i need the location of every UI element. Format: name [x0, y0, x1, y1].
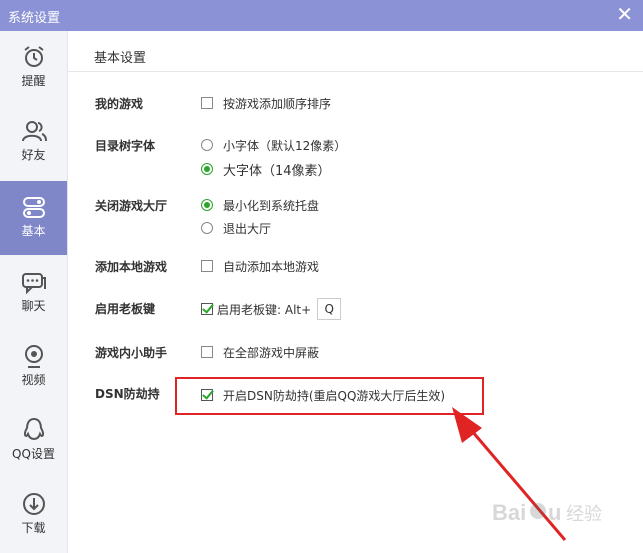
- checkbox-box: [201, 346, 213, 358]
- tree-font-label: 目录树字体: [95, 139, 156, 153]
- sidebar-item-friends[interactable]: 好友: [0, 105, 67, 179]
- checkbox-label: 自动添加本地游戏: [223, 259, 320, 274]
- small-font-radio[interactable]: 小字体（默认12像素）: [201, 136, 346, 154]
- friends-icon: [21, 121, 47, 142]
- sidebar-item-qq-settings[interactable]: QQ设置: [0, 404, 67, 478]
- radio-label: 最小化到系统托盘: [223, 198, 320, 213]
- section-title: 基本设置: [94, 51, 147, 66]
- title-bar: 系统设置 ✕: [0, 0, 643, 31]
- download-icon: [22, 493, 45, 515]
- checkbox-box: [201, 260, 213, 272]
- sidebar-item-label: 基本: [21, 224, 46, 238]
- red-highlight-box: [175, 377, 484, 415]
- sort-by-add-order-checkbox[interactable]: 按游戏添加顺序排序: [201, 94, 331, 112]
- checkbox-box: [201, 303, 213, 315]
- in-game-assistant-label: 游戏内小助手: [95, 346, 168, 360]
- camera-icon: [24, 345, 43, 368]
- settings-panel: 基本设置 我的游戏 按游戏添加顺序排序 目录树字体 小字体（默认12像素） 大字…: [68, 31, 643, 553]
- svg-text:Bai: Bai: [492, 500, 526, 525]
- close-hall-label: 关闭游戏大厅: [95, 199, 168, 213]
- auto-add-local-checkbox[interactable]: 自动添加本地游戏: [201, 257, 319, 275]
- block-in-all-games-checkbox[interactable]: 在全部游戏中屏蔽: [201, 343, 319, 361]
- alarm-clock-icon: [23, 46, 44, 67]
- sidebar-item-label: 视频: [21, 373, 46, 387]
- chat-bubble-icon: [21, 273, 46, 295]
- close-button[interactable]: ✕: [616, 3, 633, 25]
- sidebar-item-label: 好友: [21, 148, 46, 162]
- minimize-to-tray-radio[interactable]: 最小化到系统托盘: [201, 196, 319, 214]
- my-games-label: 我的游戏: [95, 97, 144, 111]
- sidebar-item-video[interactable]: 视频: [0, 330, 67, 404]
- sidebar-item-chat[interactable]: 聊天: [0, 256, 67, 330]
- sidebar-item-label: 下载: [21, 521, 46, 535]
- sidebar-item-basic[interactable]: 基本: [0, 181, 67, 255]
- radio-label: 退出大厅: [223, 221, 272, 236]
- sidebar-item-download[interactable]: 下载: [0, 478, 67, 552]
- large-font-radio[interactable]: 大字体（14像素）: [201, 160, 331, 179]
- radio-label: 小字体（默认12像素）: [223, 138, 347, 153]
- baidu-watermark: Bai u 经验: [492, 492, 612, 532]
- sidebar: 提醒 好友 基本 聊天 视频 QQ设置 下载: [0, 31, 68, 553]
- checkbox-box: [201, 97, 213, 109]
- add-local-games-label: 添加本地游戏: [95, 260, 168, 274]
- exit-hall-radio[interactable]: 退出大厅: [201, 219, 271, 237]
- radio-circle: [201, 139, 213, 151]
- checkbox-label: 在全部游戏中屏蔽: [223, 345, 320, 360]
- svg-text:经验: 经验: [566, 504, 602, 525]
- window-title: 系统设置: [8, 11, 61, 26]
- penguin-icon: [23, 417, 44, 441]
- checkbox-label: 按游戏添加顺序排序: [223, 96, 332, 111]
- boss-key-checkbox[interactable]: 启用老板键: Alt+ Q: [201, 298, 342, 320]
- boss-key-input[interactable]: Q: [317, 298, 342, 320]
- sidebar-item-label: 聊天: [21, 299, 46, 313]
- toggle-settings-icon: [22, 197, 45, 218]
- boss-key-label: 启用老板键: [95, 302, 156, 316]
- checkbox-label: 启用老板键: Alt+: [217, 302, 312, 317]
- sidebar-item-label: 提醒: [21, 74, 46, 88]
- radio-circle: [201, 199, 213, 211]
- radio-label: 大字体（14像素）: [223, 163, 331, 179]
- divider: [68, 71, 643, 72]
- radio-circle: [201, 222, 213, 234]
- svg-text:u: u: [548, 500, 561, 525]
- dsn-hijack-label: DSN防劫持: [95, 387, 160, 401]
- sidebar-item-reminder[interactable]: 提醒: [0, 31, 67, 105]
- sidebar-item-label: QQ设置: [12, 447, 55, 461]
- radio-circle: [201, 163, 213, 175]
